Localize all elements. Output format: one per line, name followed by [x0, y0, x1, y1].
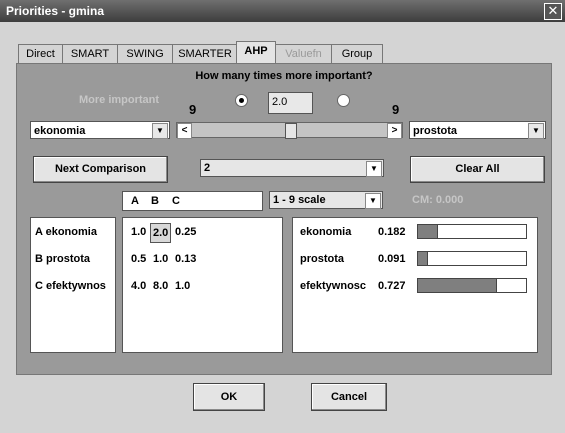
matrix-col-header-c: C: [172, 195, 180, 207]
result-weight-bar-fill: [418, 225, 438, 238]
result-weight-bar: [417, 278, 527, 293]
result-value: 0.091: [378, 253, 406, 265]
comparison-matrix: 1.0 2.0 0.25 0.5 1.0 0.13 4.0 8.0 1.0: [122, 217, 283, 353]
criteria-list-item: A ekonomia: [35, 226, 97, 238]
ratio-value-field[interactable]: 2.0: [268, 92, 313, 114]
tab-smarter[interactable]: SMARTER: [172, 44, 238, 63]
matrix-header-bar: A B C: [122, 191, 263, 211]
result-weight-bar: [417, 224, 527, 239]
slider-right-arrow-icon[interactable]: >: [387, 123, 402, 139]
tab-direct[interactable]: Direct: [18, 44, 63, 63]
left-scale-max: 9: [189, 102, 197, 117]
matrix-col-header-b: B: [151, 195, 159, 207]
importance-slider[interactable]: < >: [176, 122, 403, 139]
criteria-list: A ekonomia B prostota C efektywnos: [30, 217, 116, 353]
right-criterion-value: prostota: [413, 125, 457, 137]
left-more-important-radio[interactable]: [235, 94, 248, 107]
result-value: 0.182: [378, 226, 406, 238]
matrix-cell: 1.0: [153, 253, 169, 265]
chevron-down-icon: ▼: [152, 123, 168, 139]
scale-select[interactable]: 1 - 9 scale ▼: [269, 191, 383, 209]
next-comparison-button[interactable]: Next Comparison: [33, 156, 168, 183]
result-weight-bar-fill: [418, 279, 497, 292]
comparison-index-select[interactable]: 2 ▼: [200, 159, 384, 177]
close-icon[interactable]: ✕: [544, 3, 562, 20]
more-important-label: More important: [79, 94, 160, 106]
clear-all-button[interactable]: Clear All: [410, 156, 545, 183]
result-value: 0.727: [378, 280, 406, 292]
tab-ahp[interactable]: AHP: [236, 41, 276, 63]
result-weight-bar: [417, 251, 527, 266]
importance-question: How many times more important?: [195, 70, 373, 82]
result-name: ekonomia: [300, 226, 352, 238]
ahp-panel: How many times more important? More impo…: [16, 63, 552, 375]
matrix-cell: 8.0: [153, 280, 169, 292]
tab-swing[interactable]: SWING: [117, 44, 173, 63]
title-bar: Priorities - gmina ✕: [0, 0, 565, 22]
result-name: prostota: [300, 253, 344, 265]
window-title: Priorities - gmina: [6, 4, 105, 18]
matrix-cell: 1.0: [131, 226, 147, 238]
result-weight-bar-fill: [418, 252, 428, 265]
right-scale-max: 9: [392, 102, 400, 117]
tab-smart[interactable]: SMART: [62, 44, 118, 63]
matrix-col-header-a: A: [131, 195, 139, 207]
consistency-measure: CM: 0.000: [412, 194, 464, 206]
result-name: efektywnosc: [300, 280, 367, 292]
matrix-cell: 4.0: [131, 280, 147, 292]
chevron-down-icon: ▼: [528, 123, 544, 139]
slider-thumb[interactable]: [284, 123, 297, 139]
left-criterion-value: ekonomia: [34, 125, 86, 137]
cancel-button[interactable]: Cancel: [311, 383, 387, 411]
dialog-body: Direct SMART SWING SMARTER AHP Valuefn G…: [0, 22, 565, 433]
tab-group[interactable]: Group: [331, 44, 383, 63]
matrix-cell: 0.13: [175, 253, 197, 265]
criteria-list-item: C efektywnos: [35, 280, 106, 292]
priority-results: ekonomia 0.182 prostota 0.091 efektywnos…: [292, 217, 538, 353]
chevron-down-icon: ▼: [366, 161, 382, 177]
matrix-cell: 0.25: [175, 226, 197, 238]
right-more-important-radio[interactable]: [337, 94, 350, 107]
ok-button[interactable]: OK: [193, 383, 265, 411]
chevron-down-icon: ▼: [365, 193, 381, 209]
scale-value: 1 - 9 scale: [273, 194, 326, 206]
matrix-cell: 0.5: [131, 253, 147, 265]
matrix-cell-selected[interactable]: 2.0: [150, 223, 172, 243]
right-criterion-select[interactable]: prostota ▼: [409, 121, 546, 139]
left-criterion-select[interactable]: ekonomia ▼: [30, 121, 170, 139]
slider-left-arrow-icon[interactable]: <: [177, 123, 192, 139]
criteria-list-item: B prostota: [35, 253, 90, 265]
matrix-cell: 1.0: [175, 280, 191, 292]
comparison-index-value: 2: [204, 162, 211, 174]
tab-valuefn: Valuefn: [275, 44, 332, 63]
